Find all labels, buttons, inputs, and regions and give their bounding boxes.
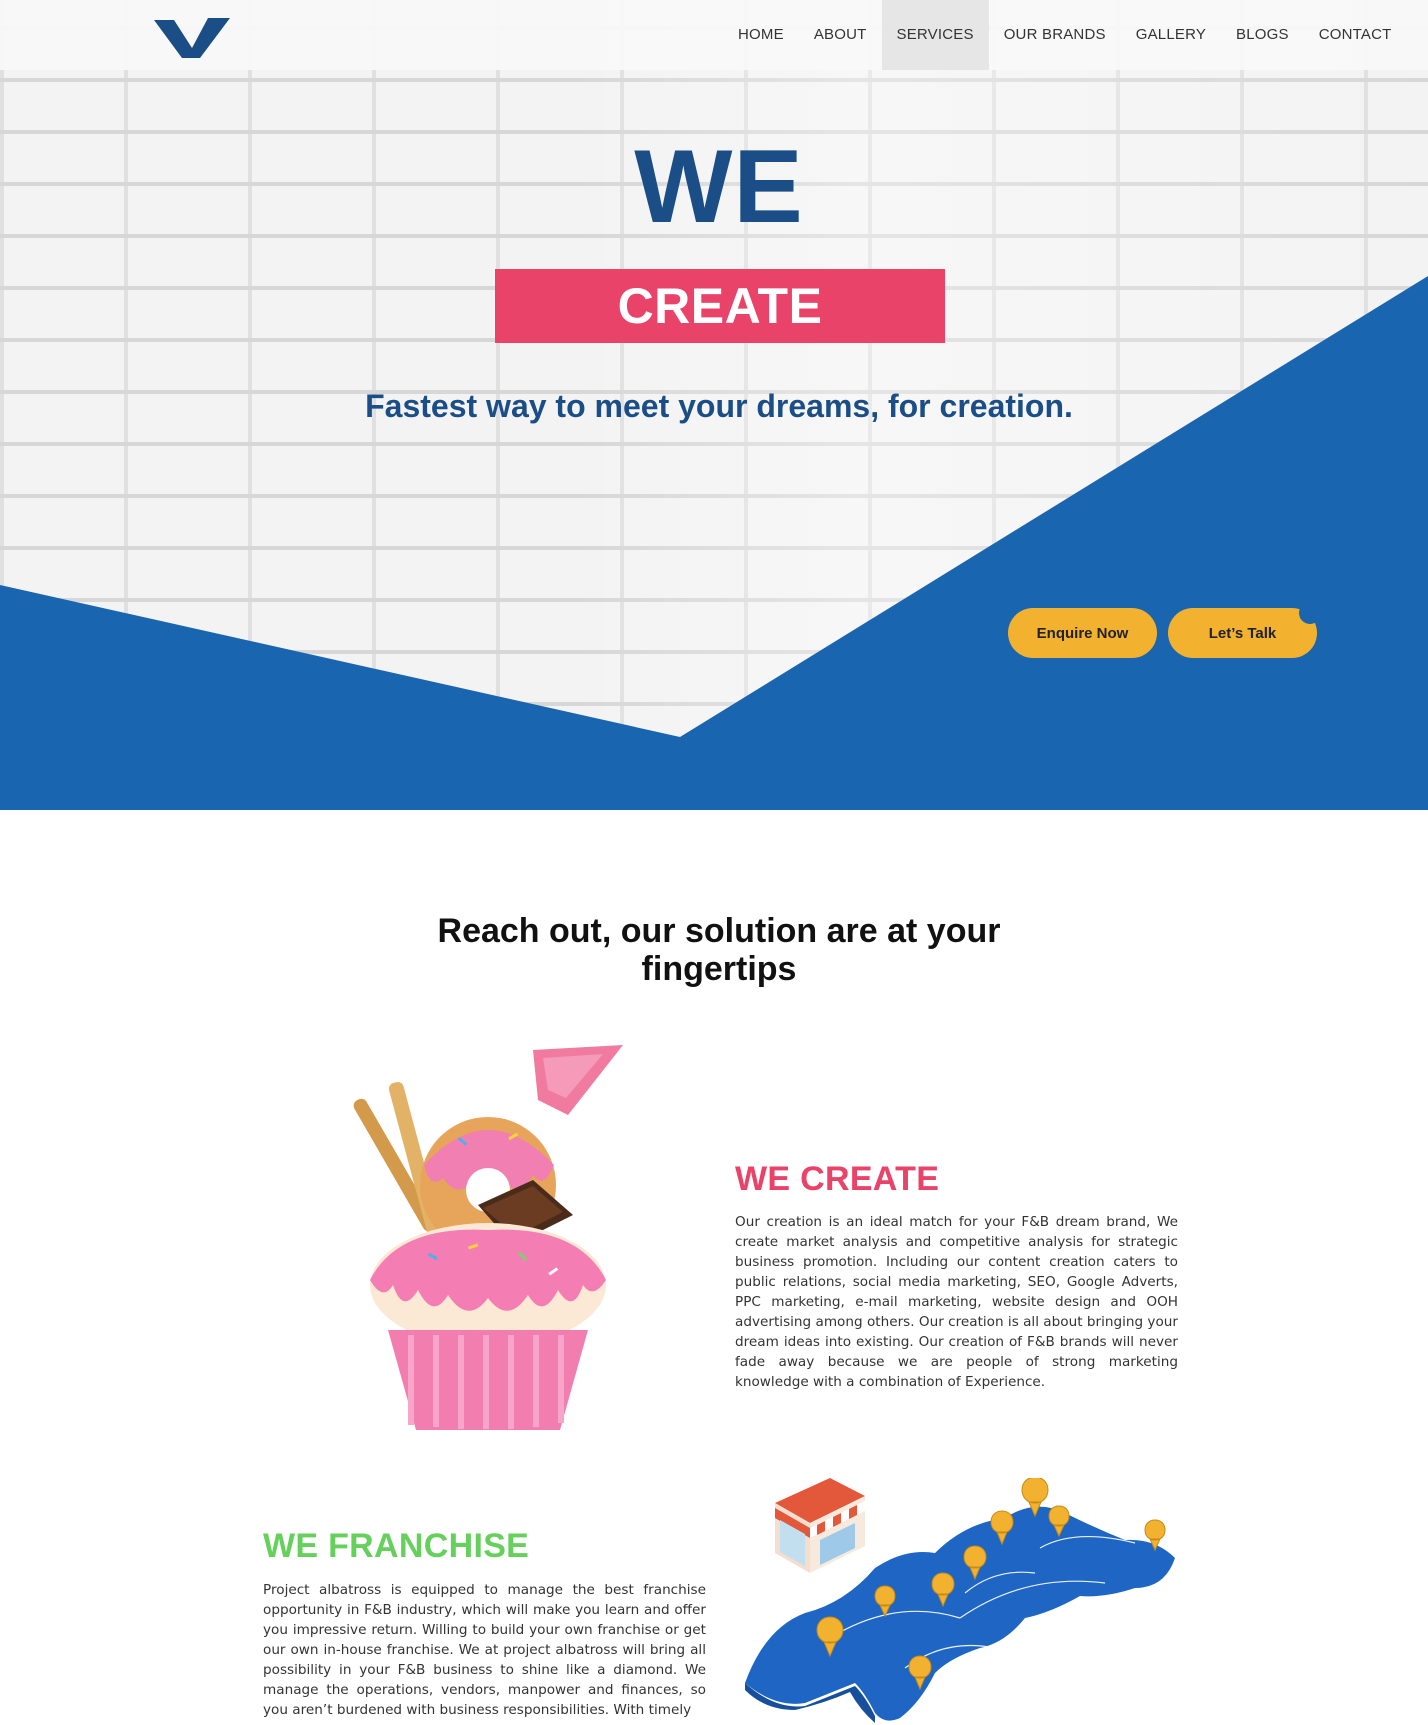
we-create-text: Our creation is an ideal match for your …	[735, 1214, 1178, 1390]
nav-about[interactable]: ABOUT	[799, 0, 882, 70]
hero-section: HOME ABOUT SERVICES OUR BRANDS GALLERY B…	[0, 0, 1428, 810]
navbar: HOME ABOUT SERVICES OUR BRANDS GALLERY B…	[0, 0, 1428, 70]
enquire-now-button[interactable]: Enquire Now	[1008, 608, 1157, 658]
nav-services[interactable]: SERVICES	[881, 0, 989, 70]
world-map-store-illustration	[745, 1478, 1175, 1723]
hero-tagline: Fastest way to meet your dreams, for cre…	[365, 388, 1073, 424]
lets-talk-label: Let’s Talk	[1208, 624, 1277, 642]
solutions-title-line1: Reach out, our solution are at your	[437, 912, 1001, 950]
hero-headline: WE	[634, 129, 804, 245]
nav-home[interactable]: HOME	[723, 0, 799, 70]
cupcake-donut-illustration	[353, 1045, 623, 1430]
nav-our-brands[interactable]: OUR BRANDS	[989, 0, 1121, 70]
main-nav: HOME ABOUT SERVICES OUR BRANDS GALLERY B…	[723, 0, 1407, 70]
lets-talk-button[interactable]: Let’s Talk	[1168, 602, 1321, 658]
we-franchise-text: Project albatross is equipped to manage …	[263, 1582, 706, 1718]
checkmark-logo-icon[interactable]	[152, 12, 232, 60]
hero-highlight-text: CREATE	[617, 278, 823, 334]
solutions-title: Reach out, our solution are at your fing…	[0, 912, 1428, 988]
nav-blogs[interactable]: BLOGS	[1221, 0, 1304, 70]
button-notch	[1299, 602, 1321, 624]
nav-gallery[interactable]: GALLERY	[1121, 0, 1221, 70]
hero-highlight-box: CREATE	[495, 269, 945, 343]
nav-contact[interactable]: CONTACT	[1304, 0, 1407, 70]
we-create-title: WE CREATE	[735, 1160, 940, 1198]
we-franchise-title: WE FRANCHISE	[263, 1527, 530, 1565]
solutions-title-line2: fingertips	[641, 950, 797, 988]
